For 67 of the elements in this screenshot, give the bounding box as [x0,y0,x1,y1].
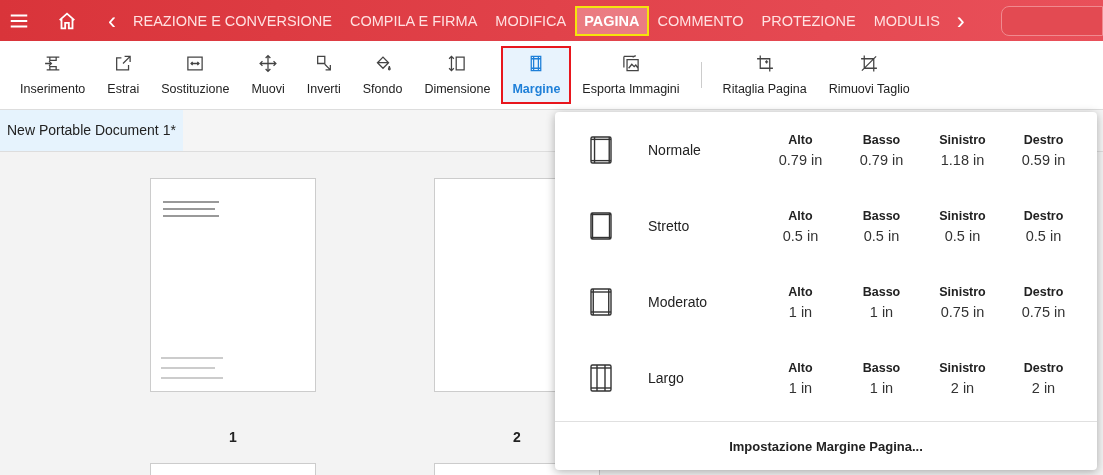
toolbar-button[interactable]: Inserimento [9,46,97,104]
margin-value: 1 in [788,303,813,320]
margin-label: Destro [1023,132,1064,147]
margin-label: Sinistro [939,132,986,147]
toolbar-button[interactable]: Esporta Immagini [571,46,691,104]
preset-name: Moderato [648,294,709,310]
page-number: 1 [229,429,237,445]
margin-label: Alto [788,132,813,147]
margin-value: 1 in [869,379,894,396]
margin-label: Alto [788,360,813,375]
margin-label: Sinistro [939,208,986,223]
toolbar-button[interactable]: Inverti [295,46,352,104]
margin-label: Basso [862,284,901,299]
menu-tab[interactable]: REAZIONE E CONVERSIONE [124,5,341,36]
margin-preset[interactable]: Moderato Alto 1 in Basso 1 in Sinistro 0.75 in Destro 0.75 in [555,264,1097,340]
margin-label: Destro [1023,360,1064,375]
margin-preset[interactable]: Normale Alto 0.79 in Basso 0.79 in Sinistro 1.18 in Destro 0.59 in [555,112,1097,188]
page-margins-icon [589,211,613,241]
margin-value: 0.5 in [782,227,819,244]
margin-value: 0.5 in [863,227,900,244]
search-field[interactable] [1000,5,1103,36]
toolbar-button[interactable]: Estrai [96,46,151,104]
toolbar-button[interactable]: Margine [501,46,572,104]
scroll-left-arrow[interactable]: ‹ [100,8,124,33]
page-margins-icon [589,135,613,165]
scroll-right-arrow[interactable]: › [948,8,973,33]
toolbar-button[interactable]: Ritaglia Pagina [711,46,818,104]
document-tab[interactable]: New Portable Document 1* [0,110,183,151]
margin-label: Destro [1023,208,1064,223]
page-thumbnail[interactable] [150,178,316,392]
margin-label: Basso [862,132,901,147]
margin-label: Sinistro [939,360,986,375]
margin-value: 0.5 in [1025,227,1062,244]
margin-label: Basso [862,360,901,375]
page-number: 2 [513,429,521,445]
margin-label: Alto [788,208,813,223]
margin-value: 2 in [950,379,975,396]
margin-label: Basso [862,208,901,223]
preset-name: Normale [648,142,702,158]
toolbar-button[interactable]: Sfondo [351,46,414,104]
text-lines-drawing [161,357,223,379]
margin-value: 2 in [1031,379,1056,396]
preset-name: Stretto [648,218,691,234]
margin-value: 0.79 in [859,151,904,168]
margin-value: 0.5 in [944,227,981,244]
margin-value: 0.75 in [940,303,985,320]
toolbar-button[interactable]: Sostituzione [150,46,241,104]
margin-value: 1 in [788,379,813,396]
page-margins-icon [589,287,613,317]
margin-label: Alto [788,284,813,299]
move-icon [257,54,280,73]
margin-preset[interactable]: Largo Alto 1 in Basso 1 in Sinistro 2 in Destro 2 in [555,340,1097,416]
toolbar-button[interactable]: Dimensione [413,46,502,104]
margin-preset[interactable]: Stretto Alto 0.5 in Basso 0.5 in Sinistro 0.5 in Destro 0.5 in [555,188,1097,264]
margin-value: 1.18 in [940,151,985,168]
margin-value: 1 in [869,303,894,320]
page-margins-icon [589,363,613,393]
margin-label: Sinistro [939,284,986,299]
toolbar-button[interactable]: Rimuovi Taglio [817,46,921,104]
toolbar-button[interactable]: Muovi [240,46,296,104]
margin-label: Destro [1023,284,1064,299]
text-lines-drawing [163,201,219,217]
custom-margin-link[interactable]: Impostazione Margine Pagina... [729,438,923,454]
margin-value: 0.79 in [778,151,823,168]
margin-value: 0.75 in [1021,303,1066,320]
margin-value: 0.59 in [1021,151,1066,168]
preset-name: Largo [648,370,685,386]
